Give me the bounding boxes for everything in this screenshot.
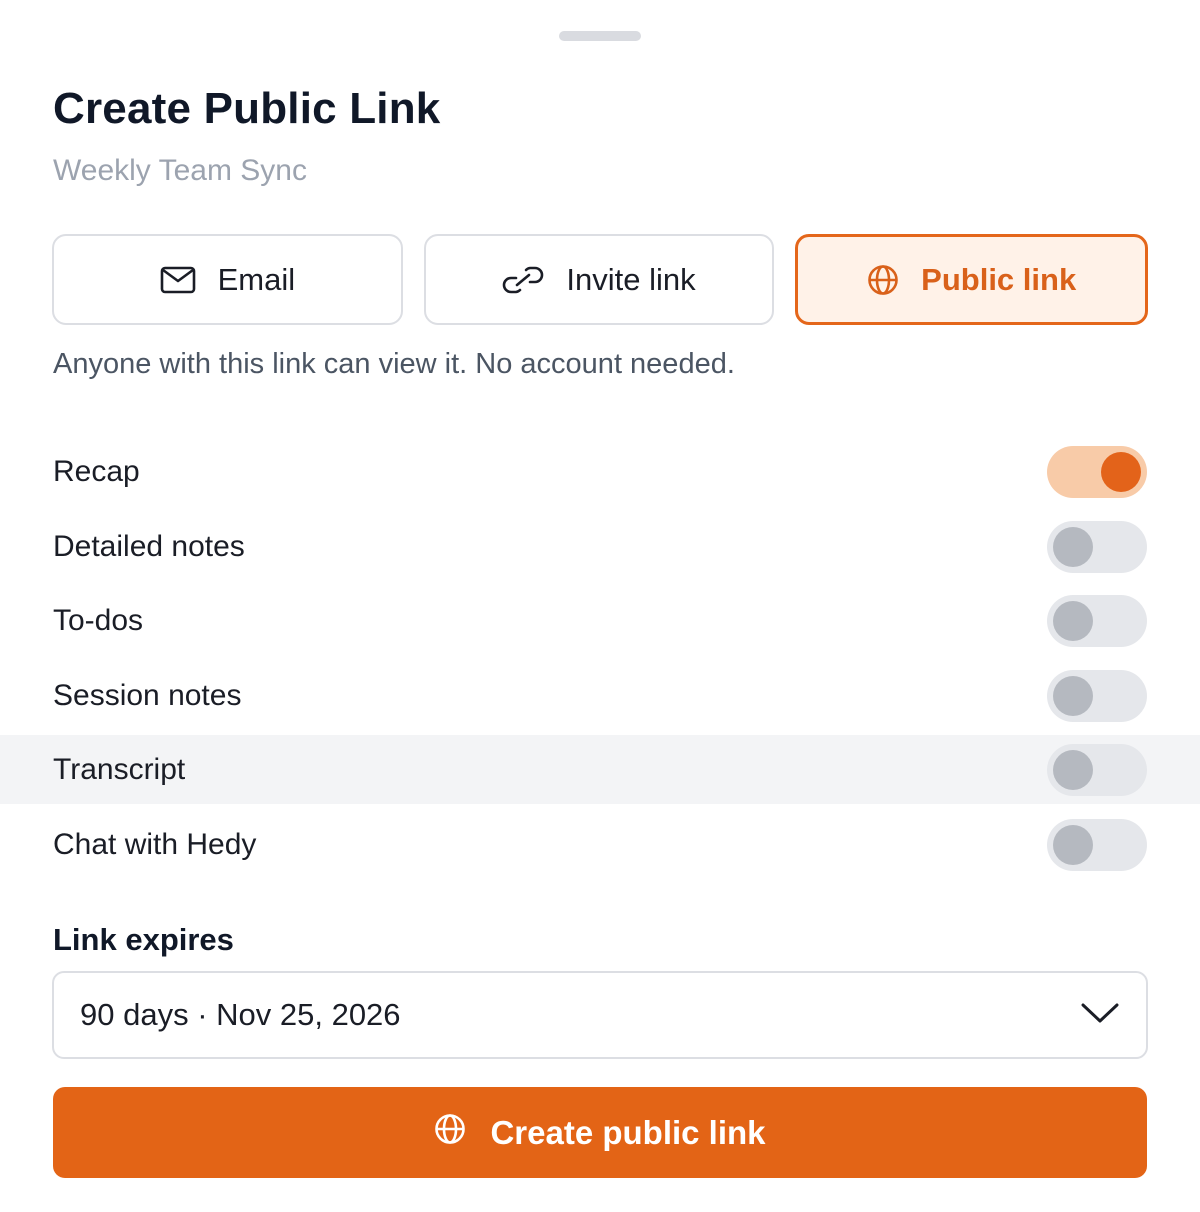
toggle-knob (1101, 451, 1141, 492)
expiry-select-value: 90 days · Nov 25, 2026 (80, 997, 401, 1032)
toggle-session-notes[interactable] (1047, 669, 1147, 722)
page-title: Create Public Link (53, 84, 441, 133)
expiry-select[interactable]: 90 days · Nov 25, 2026 (52, 971, 1148, 1059)
toggle-knob (1053, 600, 1093, 641)
tab-email-label: Email (217, 261, 296, 297)
option-label: Detailed notes (53, 529, 245, 563)
tab-email[interactable]: Email (52, 234, 403, 325)
globe-icon (867, 264, 899, 296)
toggle-transcript[interactable] (1047, 743, 1147, 796)
option-label: Session notes (53, 678, 242, 712)
toggle-chat-with-hedy[interactable] (1047, 818, 1147, 871)
meeting-name: Weekly Team Sync (53, 154, 307, 187)
globe-icon (434, 1113, 466, 1153)
share-method-tabs: Email Invite link Public link (52, 234, 1149, 325)
chevron-down-icon (1080, 1001, 1120, 1030)
toggle-knob (1053, 526, 1093, 567)
option-row-to-dos: To-dos (0, 586, 1200, 655)
option-row-chat-with-hedy: Chat with Hedy (0, 810, 1200, 879)
option-label: To-dos (53, 603, 144, 637)
option-row-session-notes: Session notes (0, 661, 1200, 730)
toggle-to-dos[interactable] (1047, 594, 1147, 647)
option-row-transcript: Transcript (0, 735, 1200, 804)
link-icon (502, 266, 544, 294)
toggle-recap[interactable] (1047, 445, 1147, 498)
toggle-knob (1053, 824, 1093, 865)
create-public-link-label: Create public link (490, 1113, 766, 1151)
public-link-hint: Anyone with this link can view it. No ac… (53, 348, 735, 380)
toggle-knob (1053, 675, 1093, 716)
toggle-knob (1053, 749, 1093, 790)
option-row-recap: Recap (0, 437, 1200, 506)
option-label: Chat with Hedy (53, 827, 257, 861)
option-label: Recap (53, 454, 140, 488)
drag-handle[interactable] (559, 31, 641, 41)
option-row-detailed-notes: Detailed notes (0, 512, 1200, 581)
option-label: Transcript (53, 752, 186, 786)
toggle-detailed-notes[interactable] (1047, 520, 1147, 573)
tab-public-link-label: Public link (921, 261, 1077, 297)
link-expires-label: Link expires (53, 922, 234, 957)
tab-invite-link[interactable]: Invite link (423, 234, 775, 325)
tab-invite-link-label: Invite link (566, 261, 696, 297)
mail-icon (160, 266, 196, 294)
tab-public-link[interactable]: Public link (795, 234, 1149, 325)
create-public-link-button[interactable]: Create public link (53, 1087, 1147, 1178)
